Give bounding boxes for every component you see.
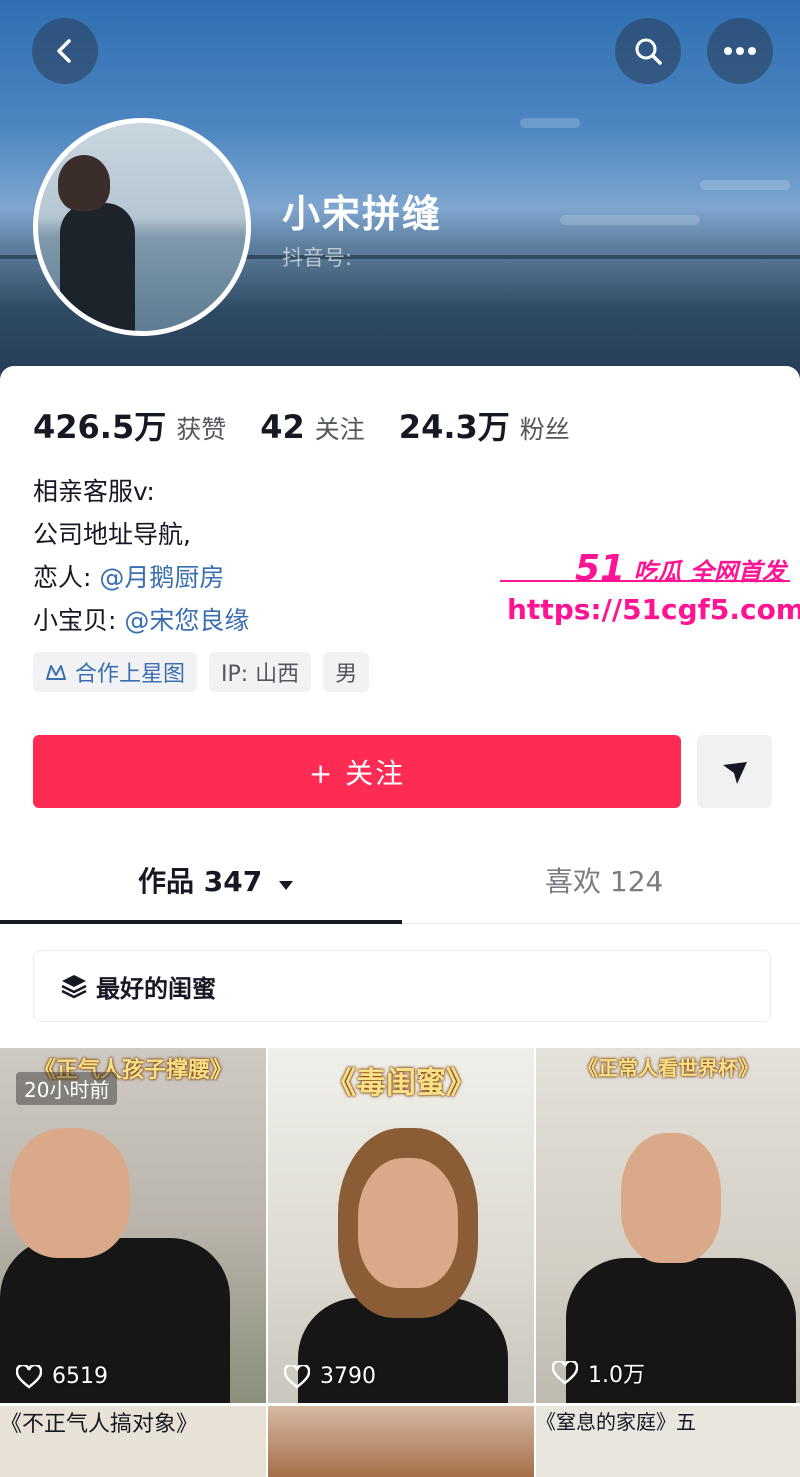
profile-name: 小宋拼缝 <box>282 192 443 236</box>
video-thumbnail[interactable] <box>268 1406 534 1477</box>
send-arrow-icon <box>722 761 747 784</box>
cloud <box>560 215 700 225</box>
following-label: 关注 <box>314 415 365 444</box>
heart-icon <box>16 1364 42 1389</box>
stats-row: 426.5万 获赞 42 关注 24.3万 粉丝 <box>33 402 604 448</box>
follow-button[interactable]: + 关注 <box>33 735 681 808</box>
mention-link[interactable]: @月鹅厨房 <box>99 563 224 592</box>
more-options-button[interactable] <box>707 18 773 84</box>
person-head <box>358 1158 458 1288</box>
video-thumbnail[interactable]: 《不正气人搞对象》 <box>0 1406 266 1477</box>
bio-line: 小宝贝: @宋您良缘 <box>33 599 249 642</box>
search-icon <box>635 38 662 65</box>
collection-item[interactable]: 最好的闺蜜 <box>33 950 771 1022</box>
like-count: 3790 <box>284 1364 376 1389</box>
heart-icon <box>552 1361 578 1385</box>
video-thumbnail[interactable]: 《正常人看世界杯》 1.0万 <box>536 1048 800 1403</box>
tab-works-label: 作品 347 <box>138 865 263 898</box>
video-title: 《毒闺蜜》 <box>326 1066 476 1101</box>
video-thumbnail[interactable]: 《毒闺蜜》 3790 <box>268 1048 534 1403</box>
bio-line: 相亲客服v: <box>33 477 155 506</box>
caret-down-icon <box>278 881 293 890</box>
cloud <box>700 180 790 190</box>
tab-likes[interactable]: 喜欢 124 <box>545 860 663 900</box>
collection-label: 最好的闺蜜 <box>96 974 216 1003</box>
layers-icon <box>61 975 87 999</box>
back-button[interactable] <box>32 18 98 84</box>
bio-label: 小宝贝: <box>33 606 125 635</box>
avatar-person <box>60 203 135 331</box>
like-count-value: 1.0万 <box>588 1363 645 1388</box>
avatar-head <box>58 155 110 211</box>
tab-works[interactable]: 作品 347 <box>138 860 294 900</box>
watermark-number: 51 <box>575 548 626 589</box>
like-count-value: 3790 <box>320 1364 376 1389</box>
watermark-brand: 51 吃瓜 全网首发 <box>575 548 786 589</box>
chevron-left-icon <box>57 39 71 63</box>
likes-count[interactable]: 426.5万 <box>33 402 166 448</box>
search-button[interactable] <box>615 18 681 84</box>
following-count[interactable]: 42 <box>260 408 305 446</box>
more-dots-icon <box>724 47 756 55</box>
tab-active-indicator <box>0 920 402 924</box>
ip-tag: IP: 山西 <box>209 652 312 692</box>
video-title: 《正常人看世界杯》 <box>578 1056 758 1080</box>
gender-tag: 男 <box>323 652 370 692</box>
bio: 相亲客服v: 公司地址导航, 恋人: @月鹅厨房 小宝贝: @宋您良缘 <box>33 470 249 642</box>
likes-label: 获赞 <box>176 415 227 444</box>
person-head <box>621 1133 721 1263</box>
avatar[interactable] <box>33 118 251 336</box>
video-thumbnail[interactable]: 《正气人孩子撑腰》 20小时前 6519 <box>0 1048 266 1403</box>
douyin-id: 抖音号: <box>282 246 353 270</box>
person-head <box>10 1128 130 1258</box>
like-count: 1.0万 <box>552 1357 645 1389</box>
watermark-url: https://51cgf5.com <box>507 593 800 626</box>
partner-tag-label: 合作上星图 <box>75 662 186 687</box>
partner-tag[interactable]: 合作上星图 <box>33 652 198 692</box>
bio-line: 恋人: @月鹅厨房 <box>33 556 249 599</box>
watermark-divider <box>500 580 790 582</box>
mention-link[interactable]: @宋您良缘 <box>124 606 249 635</box>
star-map-icon <box>46 665 66 680</box>
profile-tags: 合作上星图 IP: 山西 男 <box>33 652 370 692</box>
like-count-value: 6519 <box>52 1364 108 1389</box>
bio-label: 恋人: <box>33 563 100 592</box>
like-count: 6519 <box>16 1364 108 1389</box>
bio-line: 公司地址导航, <box>33 520 191 549</box>
followers-count[interactable]: 24.3万 <box>399 402 510 448</box>
recommend-dropdown-button[interactable] <box>697 735 772 808</box>
time-badge: 20小时前 <box>16 1072 118 1105</box>
followers-label: 粉丝 <box>519 415 570 444</box>
heart-icon <box>284 1364 310 1389</box>
video-title: 《窒息的家庭》五 <box>536 1410 696 1434</box>
video-thumbnail[interactable]: 《窒息的家庭》五 <box>536 1406 800 1477</box>
video-title: 《不正气人搞对象》 <box>0 1412 199 1437</box>
cloud <box>520 118 580 128</box>
